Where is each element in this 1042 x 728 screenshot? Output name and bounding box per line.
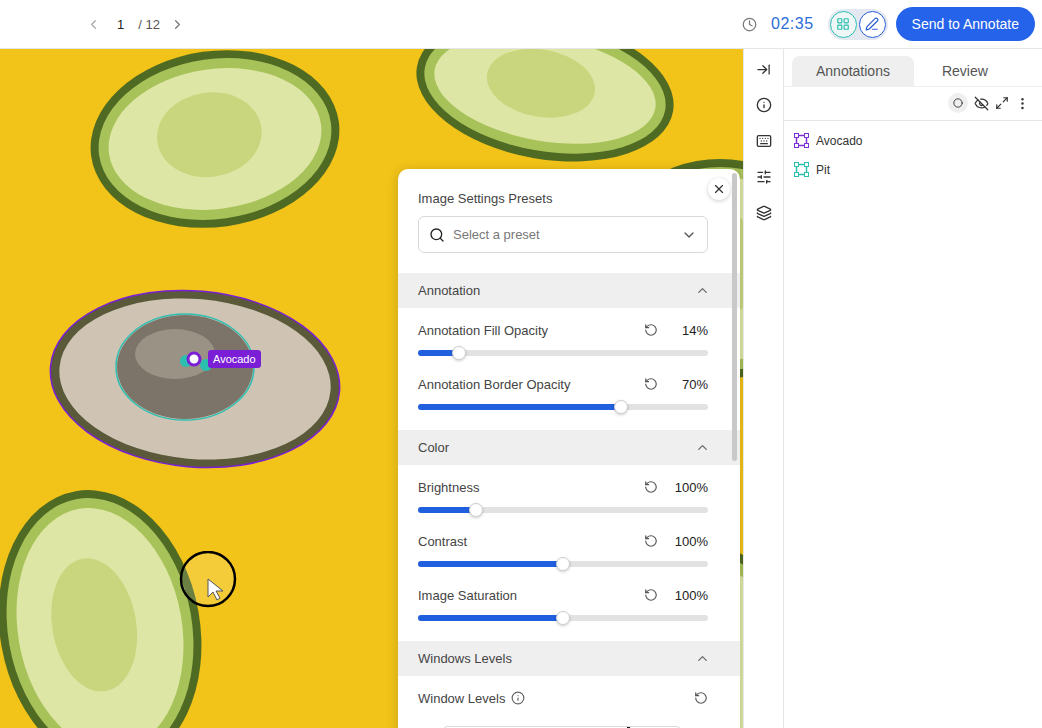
slider-label: Contrast xyxy=(418,534,467,549)
settings-section: ColorBrightness100%Contrast100%Image Sat… xyxy=(398,430,740,641)
polygon-icon xyxy=(794,133,809,148)
tool-strip xyxy=(743,49,784,728)
levels-row: Window Levels xyxy=(418,680,708,728)
eye-off-icon[interactable] xyxy=(974,96,989,111)
slider-row: Brightness 100% xyxy=(418,469,708,523)
slider-value: 100% xyxy=(672,534,708,549)
slider-row: Image Saturation 100% xyxy=(418,577,708,631)
timer: 02:35 xyxy=(771,15,814,33)
reset-icon[interactable] xyxy=(644,377,658,391)
slider-row: Annotation Fill Opacity 14% xyxy=(418,312,708,366)
page-total: / 12 xyxy=(138,17,160,32)
reset-icon[interactable] xyxy=(694,691,708,705)
grid-icon xyxy=(836,17,850,31)
search-icon xyxy=(429,227,445,243)
slider-fill xyxy=(418,615,563,621)
slider-fill xyxy=(418,404,621,410)
layers-icon[interactable] xyxy=(756,205,772,221)
prev-page-icon[interactable] xyxy=(86,17,101,32)
app: 1 / 12 02:35 Send to Annotate Avocado Image S… xyxy=(0,0,1042,728)
slider-thumb[interactable] xyxy=(556,557,570,571)
slider-value: 14% xyxy=(672,323,708,338)
levels-handle-icon[interactable] xyxy=(621,727,637,728)
levels-histogram[interactable] xyxy=(442,726,682,728)
slider-label: Annotation Fill Opacity xyxy=(418,323,548,338)
list-toolbar xyxy=(784,86,1042,121)
polygon-icon xyxy=(794,162,809,177)
annotations-panel: AnnotationsReview Avocado Pit xyxy=(784,49,1042,728)
chevron-down-icon xyxy=(681,227,697,243)
page-current[interactable]: 1 xyxy=(111,17,128,32)
circle-icon[interactable] xyxy=(948,93,968,113)
reset-icon[interactable] xyxy=(644,534,658,548)
section-header[interactable]: Windows Levels xyxy=(398,641,740,676)
section-header[interactable]: Color xyxy=(398,430,740,465)
annotation-label[interactable]: Avocado xyxy=(208,350,261,368)
settings-section: Windows Levels Window Levels xyxy=(398,641,740,728)
cursor-icon xyxy=(178,551,238,611)
slider[interactable] xyxy=(418,350,708,356)
reset-icon[interactable] xyxy=(644,480,658,494)
reset-icon[interactable] xyxy=(644,323,658,337)
pagination: 1 / 12 xyxy=(86,17,185,32)
slider-thumb[interactable] xyxy=(452,346,466,360)
slider-label: Brightness xyxy=(418,480,479,495)
tabs: AnnotationsReview xyxy=(784,49,1042,86)
section-header[interactable]: Annotation xyxy=(398,273,740,308)
send-button[interactable]: Send to Annotate xyxy=(896,7,1035,41)
image-settings-panel: Image Settings Presets Select a preset Ann… xyxy=(398,169,740,728)
slider-thumb[interactable] xyxy=(556,611,570,625)
slider-value: 100% xyxy=(672,588,708,603)
slider-thumb[interactable] xyxy=(469,503,483,517)
chevron-up-icon xyxy=(695,651,710,666)
slider-row: Annotation Border Opacity 70% xyxy=(418,366,708,420)
collapse-icon[interactable] xyxy=(756,62,771,77)
expand-icon[interactable] xyxy=(995,96,1009,110)
slider-value: 100% xyxy=(672,480,708,495)
slider-label: Image Saturation xyxy=(418,588,517,603)
class-item[interactable]: Pit xyxy=(794,162,1032,177)
slider[interactable] xyxy=(418,561,708,567)
sliders-icon[interactable] xyxy=(756,169,772,185)
class-list: Avocado Pit xyxy=(784,121,1042,189)
reset-icon[interactable] xyxy=(644,588,658,602)
more-icon[interactable] xyxy=(1015,96,1030,111)
levels-label: Window Levels xyxy=(418,691,505,706)
next-page-icon[interactable] xyxy=(170,17,185,32)
slider[interactable] xyxy=(418,404,708,410)
close-button[interactable] xyxy=(708,178,730,200)
mode-button[interactable] xyxy=(859,11,886,38)
slider[interactable] xyxy=(418,507,708,513)
info-icon[interactable] xyxy=(511,691,525,705)
keyboard-icon[interactable] xyxy=(756,133,772,149)
tab[interactable]: Annotations xyxy=(792,56,914,86)
top-bar: 1 / 12 02:35 Send to Annotate xyxy=(0,0,1042,49)
slider-label: Annotation Border Opacity xyxy=(418,377,570,392)
clock-icon xyxy=(742,17,757,32)
class-item[interactable]: Avocado xyxy=(794,133,1032,148)
slider-row: Contrast 100% xyxy=(418,523,708,577)
chevron-up-icon xyxy=(695,283,710,298)
scrollbar[interactable] xyxy=(732,173,737,461)
preset-select[interactable]: Select a preset xyxy=(418,216,708,253)
chevron-up-icon xyxy=(695,440,710,455)
slider-thumb[interactable] xyxy=(614,400,628,414)
info-icon[interactable] xyxy=(756,97,772,113)
pencil-icon xyxy=(865,17,879,31)
slider[interactable] xyxy=(418,615,708,621)
mode-toggle xyxy=(828,9,888,40)
slider-fill xyxy=(418,561,563,567)
tab[interactable]: Review xyxy=(918,56,1012,86)
slider-value: 70% xyxy=(672,377,708,392)
slider-fill xyxy=(418,507,476,513)
presets-title: Image Settings Presets xyxy=(418,191,708,206)
mode-button[interactable] xyxy=(830,11,857,38)
settings-section: AnnotationAnnotation Fill Opacity14%Anno… xyxy=(398,273,740,430)
image-canvas[interactable]: Avocado Image Settings Presets Select a pr… xyxy=(0,49,743,728)
